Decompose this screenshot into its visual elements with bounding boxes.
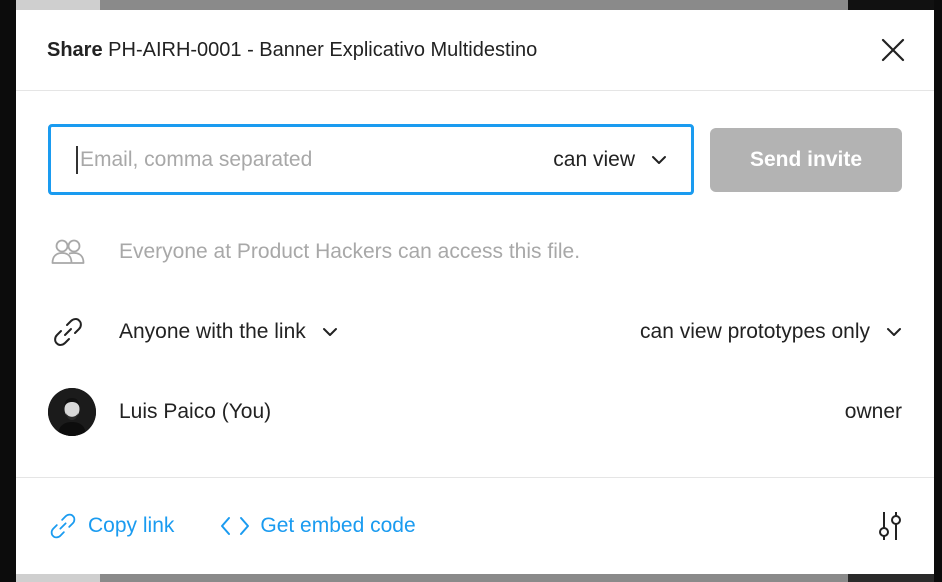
dialog-footer: Copy link Get embed code <box>16 477 934 574</box>
code-icon <box>221 517 250 535</box>
share-dialog: Share PH-AIRH-0001 - Banner Explicativo … <box>16 10 934 574</box>
embed-code-label: Get embed code <box>260 514 416 537</box>
chevron-down-icon <box>322 328 337 336</box>
dialog-title-file: PH-AIRH-0001 - Banner Explicativo Multid… <box>108 38 538 61</box>
chevron-down-icon <box>652 155 666 164</box>
sliders-icon <box>879 512 901 540</box>
dialog-header: Share PH-AIRH-0001 - Banner Explicativo … <box>16 10 934 91</box>
invite-permission-dropdown[interactable]: can view <box>553 148 667 172</box>
link-scope-dropdown[interactable]: Anyone with the link <box>119 320 338 344</box>
email-input[interactable] <box>80 147 500 172</box>
link-permission-dropdown[interactable]: can view prototypes only <box>640 320 902 344</box>
email-field[interactable]: can view <box>48 124 694 195</box>
member-name: Luis Paico (You) <box>119 400 272 423</box>
settings-button[interactable] <box>876 510 904 542</box>
team-access-row: Everyone at Product Hackers can access t… <box>48 232 902 272</box>
chevron-down-icon <box>887 328 901 336</box>
avatar <box>48 388 96 436</box>
embed-code-button[interactable]: Get embed code <box>220 514 416 538</box>
people-icon <box>48 232 88 272</box>
copy-link-button[interactable]: Copy link <box>48 511 174 541</box>
member-row: Luis Paico (You) owner <box>48 387 902 437</box>
member-role-label: owner <box>844 400 902 423</box>
dialog-title-prefix: Share <box>47 38 103 61</box>
background-right <box>934 0 942 582</box>
close-icon <box>881 38 905 62</box>
send-invite-button[interactable]: Send invite <box>710 128 902 192</box>
invite-row: can view Send invite <box>48 124 902 195</box>
link-access-row: Anyone with the link can view prototypes… <box>48 312 902 352</box>
member-role: owner <box>845 400 902 424</box>
text-caret <box>76 145 78 174</box>
link-scope-label: Anyone with the link <box>119 320 306 343</box>
background-panel <box>848 0 942 10</box>
background-panel <box>100 0 848 10</box>
background-panel <box>16 0 100 10</box>
link-icon <box>48 312 88 352</box>
dialog-title: Share PH-AIRH-0001 - Banner Explicativo … <box>47 39 537 62</box>
invite-permission-label: can view <box>553 147 635 171</box>
team-access-text: Everyone at Product Hackers can access t… <box>119 240 581 263</box>
link-icon <box>50 513 76 539</box>
background-left <box>0 0 16 582</box>
link-permission-label: can view prototypes only <box>640 320 870 343</box>
background-panel <box>100 574 848 582</box>
close-button[interactable] <box>881 38 905 62</box>
copy-link-label: Copy link <box>88 514 175 537</box>
background-panel <box>16 574 100 582</box>
